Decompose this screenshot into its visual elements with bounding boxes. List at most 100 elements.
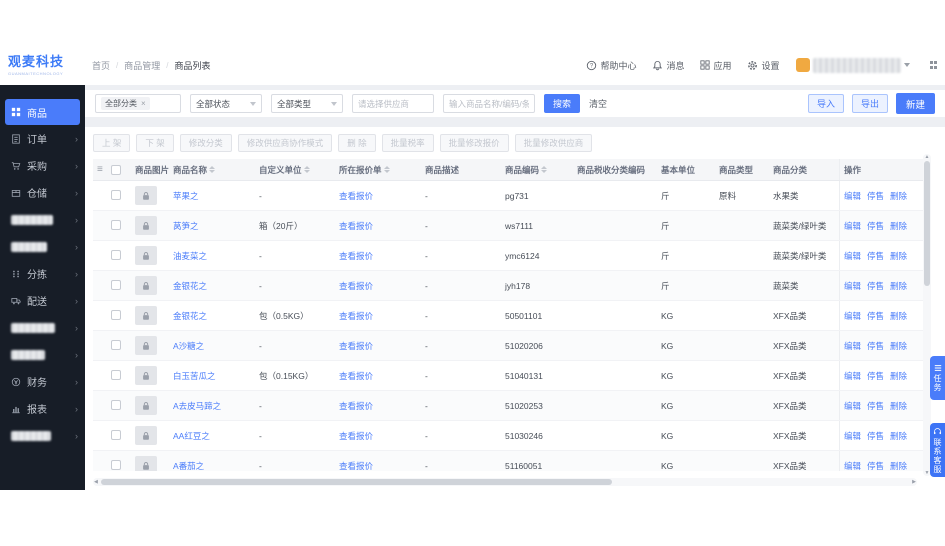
drag-handle-icon[interactable]: ≡: [97, 164, 103, 175]
remove-tag-icon[interactable]: ×: [141, 99, 146, 108]
row-checkbox[interactable]: [111, 459, 121, 470]
product-name-link[interactable]: 金银花之: [173, 311, 207, 321]
type-select[interactable]: 全部类型: [271, 94, 343, 113]
column-header-code[interactable]: 商品编码: [501, 164, 573, 176]
search-button[interactable]: 搜索: [544, 94, 581, 113]
view-quote-link[interactable]: 查看报价: [339, 461, 373, 471]
stop-sale-link[interactable]: 停售: [867, 430, 884, 442]
batch-edit-quote-button[interactable]: 批量修改报价: [439, 134, 509, 152]
product-name-link[interactable]: 白玉苦瓜之: [173, 371, 216, 381]
contact-support-button[interactable]: 联系客服: [930, 423, 945, 477]
supplier-input[interactable]: [352, 94, 434, 113]
edit-link[interactable]: 编辑: [844, 400, 861, 412]
edit-link[interactable]: 编辑: [844, 220, 861, 232]
view-quote-link[interactable]: 查看报价: [339, 431, 373, 441]
delete-link[interactable]: 删除: [890, 220, 907, 232]
product-name-link[interactable]: 苹果之: [173, 191, 199, 201]
batch-delete-button[interactable]: 删 除: [338, 134, 376, 152]
stop-sale-link[interactable]: 停售: [867, 220, 884, 232]
edit-link[interactable]: 编辑: [844, 460, 861, 472]
product-name-link[interactable]: 莴笋之: [173, 221, 199, 231]
column-header-quote-sheet[interactable]: 所在报价单: [335, 164, 421, 176]
view-quote-link[interactable]: 查看报价: [339, 251, 373, 261]
delete-link[interactable]: 删除: [890, 340, 907, 352]
sort-icon[interactable]: [541, 166, 548, 173]
view-quote-link[interactable]: 查看报价: [339, 371, 373, 381]
scroll-up-arrow[interactable]: ▲: [923, 154, 931, 160]
sidebar-item-redacted[interactable]: ›: [0, 233, 85, 260]
sidebar-item-sorting[interactable]: 分拣 ›: [0, 260, 85, 287]
row-checkbox[interactable]: [111, 279, 121, 290]
delete-link[interactable]: 删除: [890, 460, 907, 472]
product-name-link[interactable]: 金银花之: [173, 281, 207, 291]
product-name-link[interactable]: 油麦菜之: [173, 251, 207, 261]
sidebar-item-redacted[interactable]: ›: [0, 314, 85, 341]
product-name-link[interactable]: A沙糖之: [173, 341, 204, 351]
horizontal-scrollbar-thumb[interactable]: [101, 479, 612, 485]
delete-link[interactable]: 删除: [890, 370, 907, 382]
delete-link[interactable]: 删除: [890, 250, 907, 262]
layout-grid-icon[interactable]: [929, 61, 937, 69]
clear-button[interactable]: 清空: [589, 97, 607, 110]
select-all-checkbox[interactable]: [111, 164, 121, 175]
help-center-button[interactable]: ? 帮助中心: [586, 59, 636, 72]
row-checkbox[interactable]: [111, 369, 121, 380]
edit-link[interactable]: 编辑: [844, 430, 861, 442]
row-checkbox[interactable]: [111, 339, 121, 350]
sort-icon[interactable]: [209, 166, 216, 173]
delete-link[interactable]: 删除: [890, 280, 907, 292]
stop-sale-link[interactable]: 停售: [867, 460, 884, 472]
column-header-name[interactable]: 商品名称: [169, 164, 255, 176]
row-checkbox[interactable]: [111, 429, 121, 440]
edit-link[interactable]: 编辑: [844, 190, 861, 202]
delete-link[interactable]: 删除: [890, 400, 907, 412]
status-select[interactable]: 全部状态: [190, 94, 262, 113]
view-quote-link[interactable]: 查看报价: [339, 341, 373, 351]
import-button[interactable]: 导入: [807, 94, 844, 113]
category-filter[interactable]: 全部分类 ×: [95, 94, 181, 113]
product-name-link[interactable]: A番茄之: [173, 461, 204, 471]
view-quote-link[interactable]: 查看报价: [339, 191, 373, 201]
stop-sale-link[interactable]: 停售: [867, 250, 884, 262]
sidebar-item-redacted[interactable]: ›: [0, 341, 85, 368]
column-header-custom-unit[interactable]: 自定义单位: [255, 164, 335, 176]
product-name-link[interactable]: AA红豆之: [173, 431, 210, 441]
stop-sale-link[interactable]: 停售: [867, 280, 884, 292]
row-checkbox[interactable]: [111, 249, 121, 260]
breadcrumb-product-mgmt[interactable]: 商品管理: [124, 59, 160, 72]
row-checkbox[interactable]: [111, 309, 121, 320]
stop-sale-link[interactable]: 停售: [867, 190, 884, 202]
sort-icon[interactable]: [383, 166, 390, 173]
batch-tax-rate-button[interactable]: 批量税率: [381, 134, 434, 152]
task-panel-tab[interactable]: 任务: [930, 356, 945, 400]
row-checkbox[interactable]: [111, 219, 121, 230]
row-checkbox[interactable]: [111, 399, 121, 410]
edit-link[interactable]: 编辑: [844, 250, 861, 262]
stop-sale-link[interactable]: 停售: [867, 400, 884, 412]
sidebar-item-products[interactable]: 商品: [5, 99, 80, 125]
batch-on-shelf-button[interactable]: 上 架: [93, 134, 131, 152]
edit-link[interactable]: 编辑: [844, 310, 861, 322]
apps-button[interactable]: 应用: [700, 59, 731, 72]
batch-supplier-mode-button[interactable]: 修改供应商协作模式: [237, 134, 333, 152]
stop-sale-link[interactable]: 停售: [867, 310, 884, 322]
view-quote-link[interactable]: 查看报价: [339, 311, 373, 321]
user-menu[interactable]: [795, 57, 910, 73]
sidebar-item-redacted[interactable]: ›: [0, 206, 85, 233]
delete-link[interactable]: 删除: [890, 430, 907, 442]
sidebar-item-warehouse[interactable]: 仓储 ›: [0, 179, 85, 206]
search-input[interactable]: [443, 94, 535, 113]
settings-button[interactable]: 设置: [747, 59, 780, 72]
breadcrumb-home[interactable]: 首页: [92, 59, 110, 72]
scroll-right-arrow[interactable]: ▶: [912, 478, 916, 486]
sidebar-item-orders[interactable]: 订单 ›: [0, 125, 85, 152]
sidebar-item-finance[interactable]: 财务 ›: [0, 368, 85, 395]
batch-off-shelf-button[interactable]: 下 架: [136, 134, 174, 152]
batch-edit-supplier-button[interactable]: 批量修改供应商: [514, 134, 593, 152]
edit-link[interactable]: 编辑: [844, 280, 861, 292]
view-quote-link[interactable]: 查看报价: [339, 281, 373, 291]
messages-button[interactable]: 消息: [652, 59, 684, 72]
edit-link[interactable]: 编辑: [844, 340, 861, 352]
product-name-link[interactable]: A去皮马蹄之: [173, 401, 221, 411]
sidebar-item-procurement[interactable]: 采购 ›: [0, 152, 85, 179]
